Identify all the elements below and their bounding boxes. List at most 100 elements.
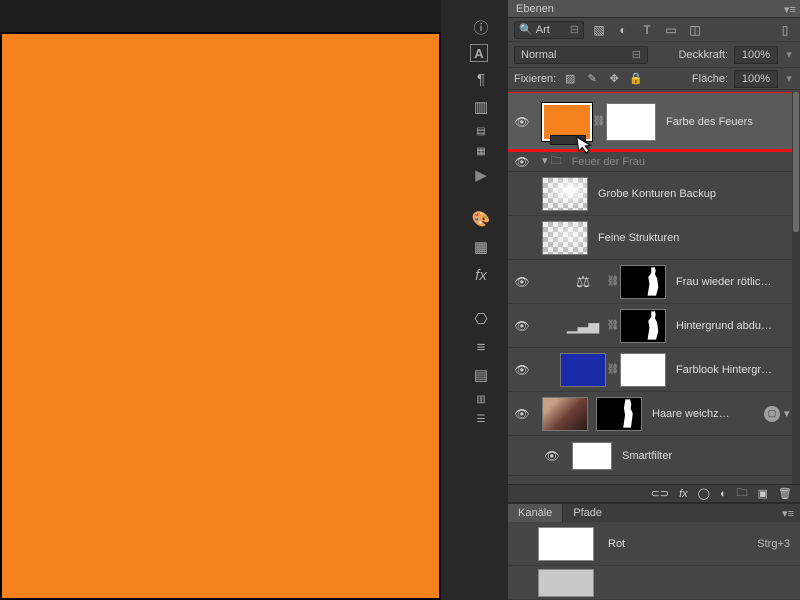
adjustment-icon[interactable]: ◐ [720, 488, 727, 500]
layer-row[interactable]: 👁 ⚖ ⛓ Frau wieder rötlic… [508, 260, 800, 304]
layer-name[interactable]: Farblook Hintergr… [676, 364, 800, 376]
folder-open-icon[interactable]: ▾ 🗀 [542, 152, 562, 171]
group-icon[interactable]: 🗀 [737, 484, 748, 503]
layer-name[interactable]: Feine Strukturen [598, 232, 800, 244]
lock-all-icon[interactable]: 🔒 [628, 72, 644, 85]
blend-mode-dropdown[interactable]: Normal ⊟ [514, 46, 648, 64]
layer-name[interactable]: Grobe Konturen Backup [598, 188, 800, 200]
fx-icon[interactable]: fx [470, 264, 492, 286]
filter-pixel-icon[interactable]: ▧ [590, 21, 608, 39]
search-icon: 🔍 [519, 23, 533, 36]
layer-thumbnail[interactable] [542, 397, 588, 431]
layer-name[interactable]: Frau wieder rötlic… [676, 276, 800, 288]
layer-name[interactable]: Feuer der Frau [572, 156, 800, 168]
visibility-toggle[interactable]: 👁 [508, 363, 536, 377]
info-icon[interactable]: ⓘ [470, 16, 492, 38]
layers-footer: ⊂⊃ fx ◯ ◐ 🗀 ▣ 🗑 [508, 484, 800, 502]
layer-row[interactable]: 👁 ⛓ Farblook Hintergr… [508, 348, 800, 392]
swatches-icon[interactable]: 🎨 [470, 208, 492, 230]
mask-icon[interactable]: ◯ [698, 487, 710, 500]
panel-icon-a[interactable]: ▤ [470, 124, 492, 138]
lock-pixels-icon[interactable]: ✎ [584, 72, 600, 85]
layer-mask-thumbnail[interactable] [620, 265, 666, 299]
layer-mask-thumbnail[interactable] [620, 353, 666, 387]
layers-tab[interactable]: Ebenen ▾≡ [508, 0, 800, 18]
layer-thumbnail[interactable] [542, 103, 592, 141]
visibility-toggle[interactable]: 👁 [538, 449, 566, 463]
link-icon[interactable]: ⛓ [606, 276, 620, 287]
layer-mask-thumbnail[interactable] [596, 397, 642, 431]
layer-row[interactable]: 👁 ▾ 🗀 Feuer der Frau [508, 152, 800, 172]
layer-thumbnail[interactable] [560, 353, 606, 387]
ruler-icon[interactable]: ≡ [470, 336, 492, 358]
filter-smart-icon[interactable]: ◫ [686, 21, 704, 39]
canvas[interactable] [0, 32, 441, 600]
layer-name[interactable]: Farbe des Feuers [666, 116, 800, 128]
link-icon[interactable]: ⛓ [606, 320, 620, 331]
filter-toggle-icon[interactable]: ▯ [776, 21, 794, 39]
panel-icon-c[interactable]: ▤ [470, 364, 492, 386]
layer-name[interactable]: Smartfilter [622, 450, 800, 462]
layer-row[interactable]: 👁 ▁▃▅ ⛓ Hintergrund abdu… [508, 304, 800, 348]
opacity-label: Deckkraft: [678, 49, 728, 61]
fill-field[interactable]: 100% [734, 70, 778, 88]
adjustment-icon[interactable]: ▁▃▅ [560, 309, 606, 343]
channel-row[interactable] [508, 566, 800, 600]
new-layer-icon[interactable]: ▣ [758, 487, 768, 500]
filter-shape-icon[interactable]: ▭ [662, 21, 680, 39]
paragraph-icon[interactable]: ¶ [470, 68, 492, 90]
fx-icon[interactable]: fx [679, 488, 688, 500]
panel-menu-icon[interactable]: ▾≡ [784, 3, 796, 16]
filter-kind-dropdown[interactable]: 🔍 Art ⊟ [514, 21, 584, 39]
layer-thumbnail[interactable] [542, 177, 588, 211]
layer-name[interactable]: Hintergrund abdu… [676, 320, 800, 332]
adjustment-icon[interactable]: ⚖ [560, 265, 606, 299]
scrollbar-thumb[interactable] [793, 92, 799, 232]
chevron-down-icon[interactable]: ▾ [784, 48, 794, 61]
layer-mask-thumbnail[interactable] [606, 103, 656, 141]
fill-label: Fläche: [692, 73, 728, 85]
layer-thumbnail[interactable] [542, 221, 588, 255]
tab-channels[interactable]: Kanäle [508, 504, 563, 522]
filter-type-icon[interactable]: T [638, 21, 656, 39]
lock-row: Fixieren: ▨ ✎ ✥ 🔒 Fläche: 100% ▾ [508, 68, 800, 90]
blend-mode-label: Normal [521, 49, 556, 61]
layer-row[interactable]: 👁 Smartfilter [508, 436, 800, 476]
delete-icon[interactable]: 🗑 [778, 487, 792, 500]
visibility-toggle[interactable]: 👁 [508, 275, 536, 289]
filter-mask-thumbnail[interactable] [572, 442, 612, 470]
grid-icon[interactable]: ▦ [470, 236, 492, 258]
panel-icon-e[interactable]: ☰ [470, 412, 492, 426]
visibility-toggle[interactable]: 👁 [508, 155, 536, 169]
channel-row[interactable]: Rot Strg+3 [508, 522, 800, 566]
play-icon[interactable]: ▶ [470, 164, 492, 186]
filter-kind-label: Art [536, 24, 550, 36]
link-icon[interactable]: ⛓ [606, 364, 620, 375]
link-icon[interactable]: ⛓ [592, 116, 606, 127]
character-icon[interactable]: A [470, 44, 488, 62]
opacity-field[interactable]: 100% [734, 46, 778, 64]
filter-adjust-icon[interactable]: ◐ [614, 21, 632, 39]
visibility-toggle[interactable]: 👁 [508, 115, 536, 129]
channel-name[interactable]: Rot [608, 538, 757, 550]
visibility-toggle[interactable]: 👁 [508, 407, 536, 421]
visibility-toggle[interactable]: 👁 [508, 319, 536, 333]
lock-transparency-icon[interactable]: ▨ [562, 72, 578, 85]
layer-row[interactable]: Feine Strukturen [508, 216, 800, 260]
lock-position-icon[interactable]: ✥ [606, 72, 622, 85]
layers-thumb-icon[interactable]: ▥ [470, 96, 492, 118]
link-layers-icon[interactable]: ⊂⊃ [651, 487, 669, 500]
tab-paths[interactable]: Pfade [563, 504, 612, 522]
chevron-down-icon[interactable]: ▾ [784, 72, 794, 85]
layer-mask-thumbnail[interactable] [620, 309, 666, 343]
panel-menu-icon[interactable]: ▾≡ [776, 504, 800, 522]
panel-icon-d[interactable]: ▥ [470, 392, 492, 406]
layer-row[interactable]: 👁 ⛓ Farbe des Feuers [508, 92, 800, 152]
layer-row[interactable]: Grobe Konturen Backup [508, 172, 800, 216]
panel-icon-b[interactable]: ▦ [470, 144, 492, 158]
channel-thumbnail[interactable] [538, 527, 594, 561]
brush-icon[interactable]: ⎔ [470, 308, 492, 330]
layer-row[interactable]: 👁 Haare weichz… ▢ ▾ [508, 392, 800, 436]
layer-list: 👁 ⛓ Farbe des Feuers 👁 ▾ 🗀 Feuer der Fra… [508, 92, 800, 484]
channel-thumbnail[interactable] [538, 569, 594, 597]
